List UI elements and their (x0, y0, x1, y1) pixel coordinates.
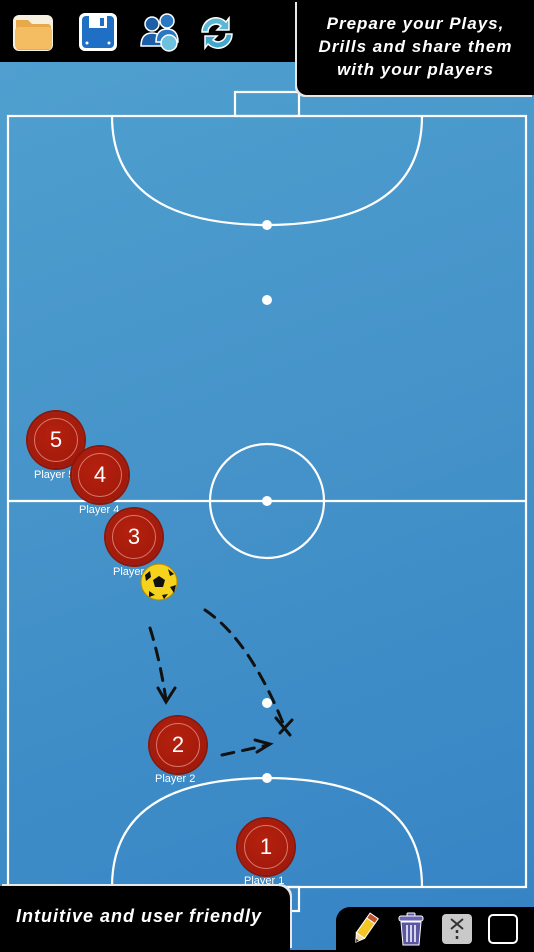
player-number: 4 (93, 462, 107, 487)
pencil-icon (355, 912, 379, 943)
player-label: Player 5 (34, 469, 75, 481)
promo-line: Drills and share them (318, 37, 513, 56)
open-folder-button[interactable] (11, 10, 57, 56)
top-penalty-area (110, 115, 424, 227)
run-arrow-ball (203, 608, 287, 730)
shape-tool-button[interactable] (486, 911, 520, 947)
player-token[interactable]: 4 (72, 447, 128, 503)
top-toolbar (0, 0, 297, 62)
dashed-line-tool-button[interactable] (440, 911, 474, 947)
bottom-penalty-spot (262, 773, 272, 783)
court[interactable]: 5 Player 5 4 Player 4 3 Player 3 2 Playe… (0, 62, 534, 950)
dashed-arrow-icon (442, 914, 472, 944)
share-with-players-button[interactable] (139, 10, 185, 56)
pencil-tool-button[interactable] (348, 911, 382, 947)
sync-arrows-icon (201, 15, 233, 51)
promo-tagline: Intuitive and user friendly (16, 906, 263, 926)
player-token[interactable]: 3 (106, 509, 162, 565)
square-icon (488, 914, 518, 944)
soccer-ball-icon[interactable] (140, 563, 178, 601)
folder-icon (13, 15, 53, 51)
promo-line: with your players (337, 60, 494, 79)
player-number: 2 (171, 732, 185, 757)
top-penalty-spot (262, 220, 272, 230)
save-button[interactable] (76, 10, 122, 56)
bottom-second-penalty-spot (262, 698, 272, 708)
center-spot (262, 496, 272, 506)
player-number: 1 (259, 834, 273, 859)
trash-icon (398, 912, 424, 946)
player-token[interactable]: 2 (150, 717, 206, 773)
top-goal (233, 90, 301, 118)
trash-tool-button[interactable] (394, 911, 428, 947)
promo-banner-top: Prepare your Plays, Drills and share the… (297, 0, 534, 95)
player-number: 3 (127, 524, 141, 549)
player-label: Player 2 (155, 773, 196, 785)
top-second-penalty-spot (262, 295, 272, 305)
floppy-disk-icon (79, 13, 117, 51)
promo-line: Prepare your Plays, (326, 14, 505, 33)
arrowhead-2 (274, 716, 294, 737)
users-share-icon (140, 13, 179, 52)
drawing-toolbox (336, 907, 534, 950)
player-token[interactable]: 1 (238, 819, 294, 875)
promo-banner-bottom: Intuitive and user friendly (0, 886, 290, 950)
refresh-button[interactable] (194, 10, 240, 56)
